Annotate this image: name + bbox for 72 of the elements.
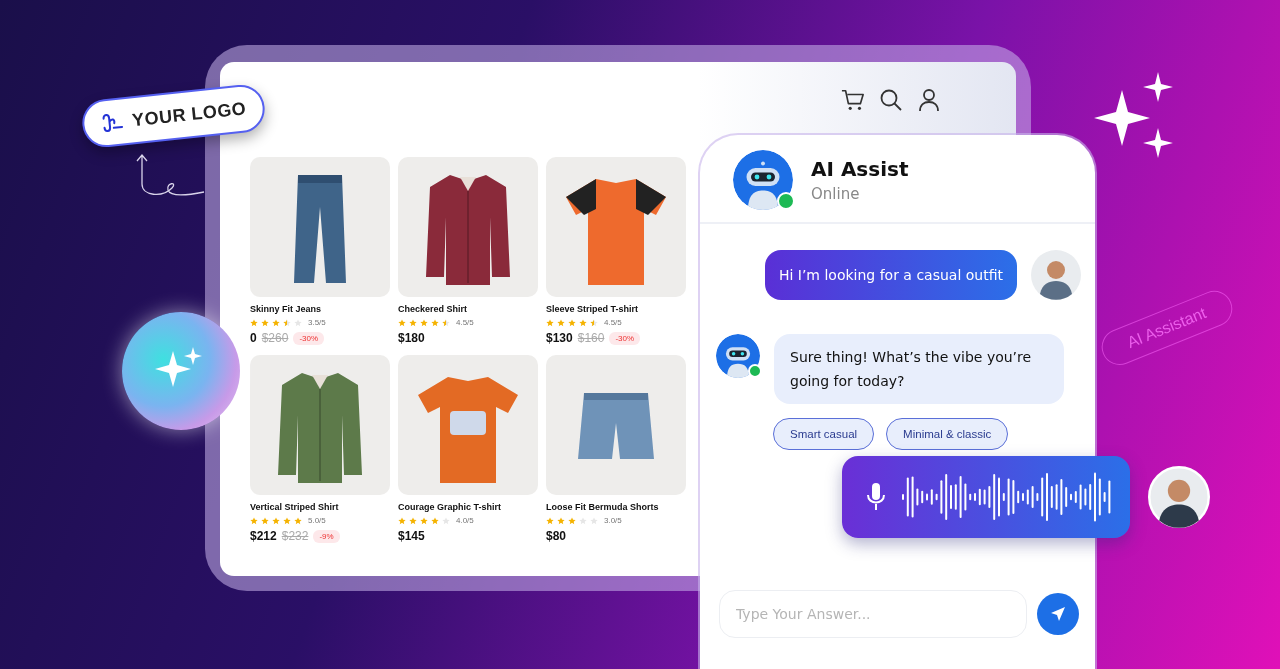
product-name: Courage Graphic T-shirt: [398, 502, 503, 512]
logo-text: YOUR LOGO: [131, 97, 248, 131]
old-price: $260: [261, 331, 289, 345]
price: $145: [398, 529, 425, 543]
star-icon: [420, 516, 428, 525]
old-price: $160: [577, 331, 605, 345]
star-icon: [398, 516, 406, 525]
send-button[interactable]: [1037, 593, 1079, 635]
product-name: Vertical Striped Shirt: [250, 502, 340, 512]
rating-score: 5.0/5: [308, 516, 326, 525]
star-icon: [409, 516, 417, 525]
user-icon[interactable]: [917, 88, 941, 112]
product-name: Checkered Shirt: [398, 304, 469, 314]
star-icon: [557, 516, 565, 525]
discount-badge: -30%: [293, 331, 325, 345]
price: $130: [546, 331, 573, 345]
star-icon: [557, 318, 565, 327]
sparkle-orb-icon: [122, 312, 240, 430]
discount-badge: -30%: [609, 331, 641, 345]
star-icon: [398, 318, 406, 327]
discount-badge: -9%: [313, 529, 340, 543]
suggestion-chip[interactable]: Smart casual: [773, 418, 875, 450]
rating-score: 4.0/5: [456, 516, 474, 525]
old-price: $232: [281, 529, 309, 543]
microphone-icon: [866, 482, 886, 512]
chat-title: AI Assist: [811, 157, 909, 181]
star-icon: [590, 516, 598, 525]
star-icon: [431, 516, 439, 525]
star-icon: [442, 318, 450, 327]
user-avatar: [1031, 250, 1081, 300]
star-icon: [546, 516, 554, 525]
star-icon: [261, 318, 269, 327]
rating-score: 3.5/5: [308, 318, 326, 327]
star-icon: [250, 318, 258, 327]
status-text: Online: [811, 185, 861, 203]
cart-icon[interactable]: [841, 88, 865, 112]
bot-message: Sure thing! What’s the vibe you’re going for today?: [774, 334, 1064, 404]
product-name: Loose Fit Bermuda Shorts: [546, 502, 660, 512]
star-icon: [272, 516, 280, 525]
star-icon: [294, 318, 302, 327]
star-icon: [579, 516, 587, 525]
star-icon: [250, 516, 258, 525]
star-icon: [283, 318, 291, 327]
user-message: Hi I’m looking for a casual outfit: [764, 250, 1017, 300]
star-icon: [579, 318, 587, 327]
star-icon: [442, 516, 450, 525]
answer-field[interactable]: Type Your Answer...: [719, 590, 1027, 638]
rating-score: 3.0/5: [604, 516, 622, 525]
price: $212: [250, 529, 277, 543]
star-icon: [420, 318, 428, 327]
star-icon: [261, 516, 269, 525]
robot-avatar: [733, 150, 793, 210]
product-name: Sleeve Striped T-shirt: [546, 304, 640, 314]
rating-score: 4.5/5: [604, 318, 622, 327]
star-icon: [294, 516, 302, 525]
price: $180: [398, 331, 425, 345]
star-icon: [431, 318, 439, 327]
suggestion-chip[interactable]: Minimal & classic: [886, 418, 1009, 450]
price: $80: [546, 529, 567, 543]
star-icon: [546, 318, 554, 327]
star-icon: [283, 516, 291, 525]
robot-avatar: [716, 334, 760, 378]
star-icon: [568, 318, 576, 327]
search-icon[interactable]: [879, 88, 903, 112]
star-icon: [272, 318, 280, 327]
star-icon: [590, 318, 598, 327]
star-icon: [409, 318, 417, 327]
star-icon: [568, 516, 576, 525]
price: 0: [250, 331, 257, 345]
rating-score: 4.5/5: [456, 318, 474, 327]
product-name: Skinny Fit Jeans: [250, 304, 323, 314]
user-avatar: [1148, 466, 1210, 528]
